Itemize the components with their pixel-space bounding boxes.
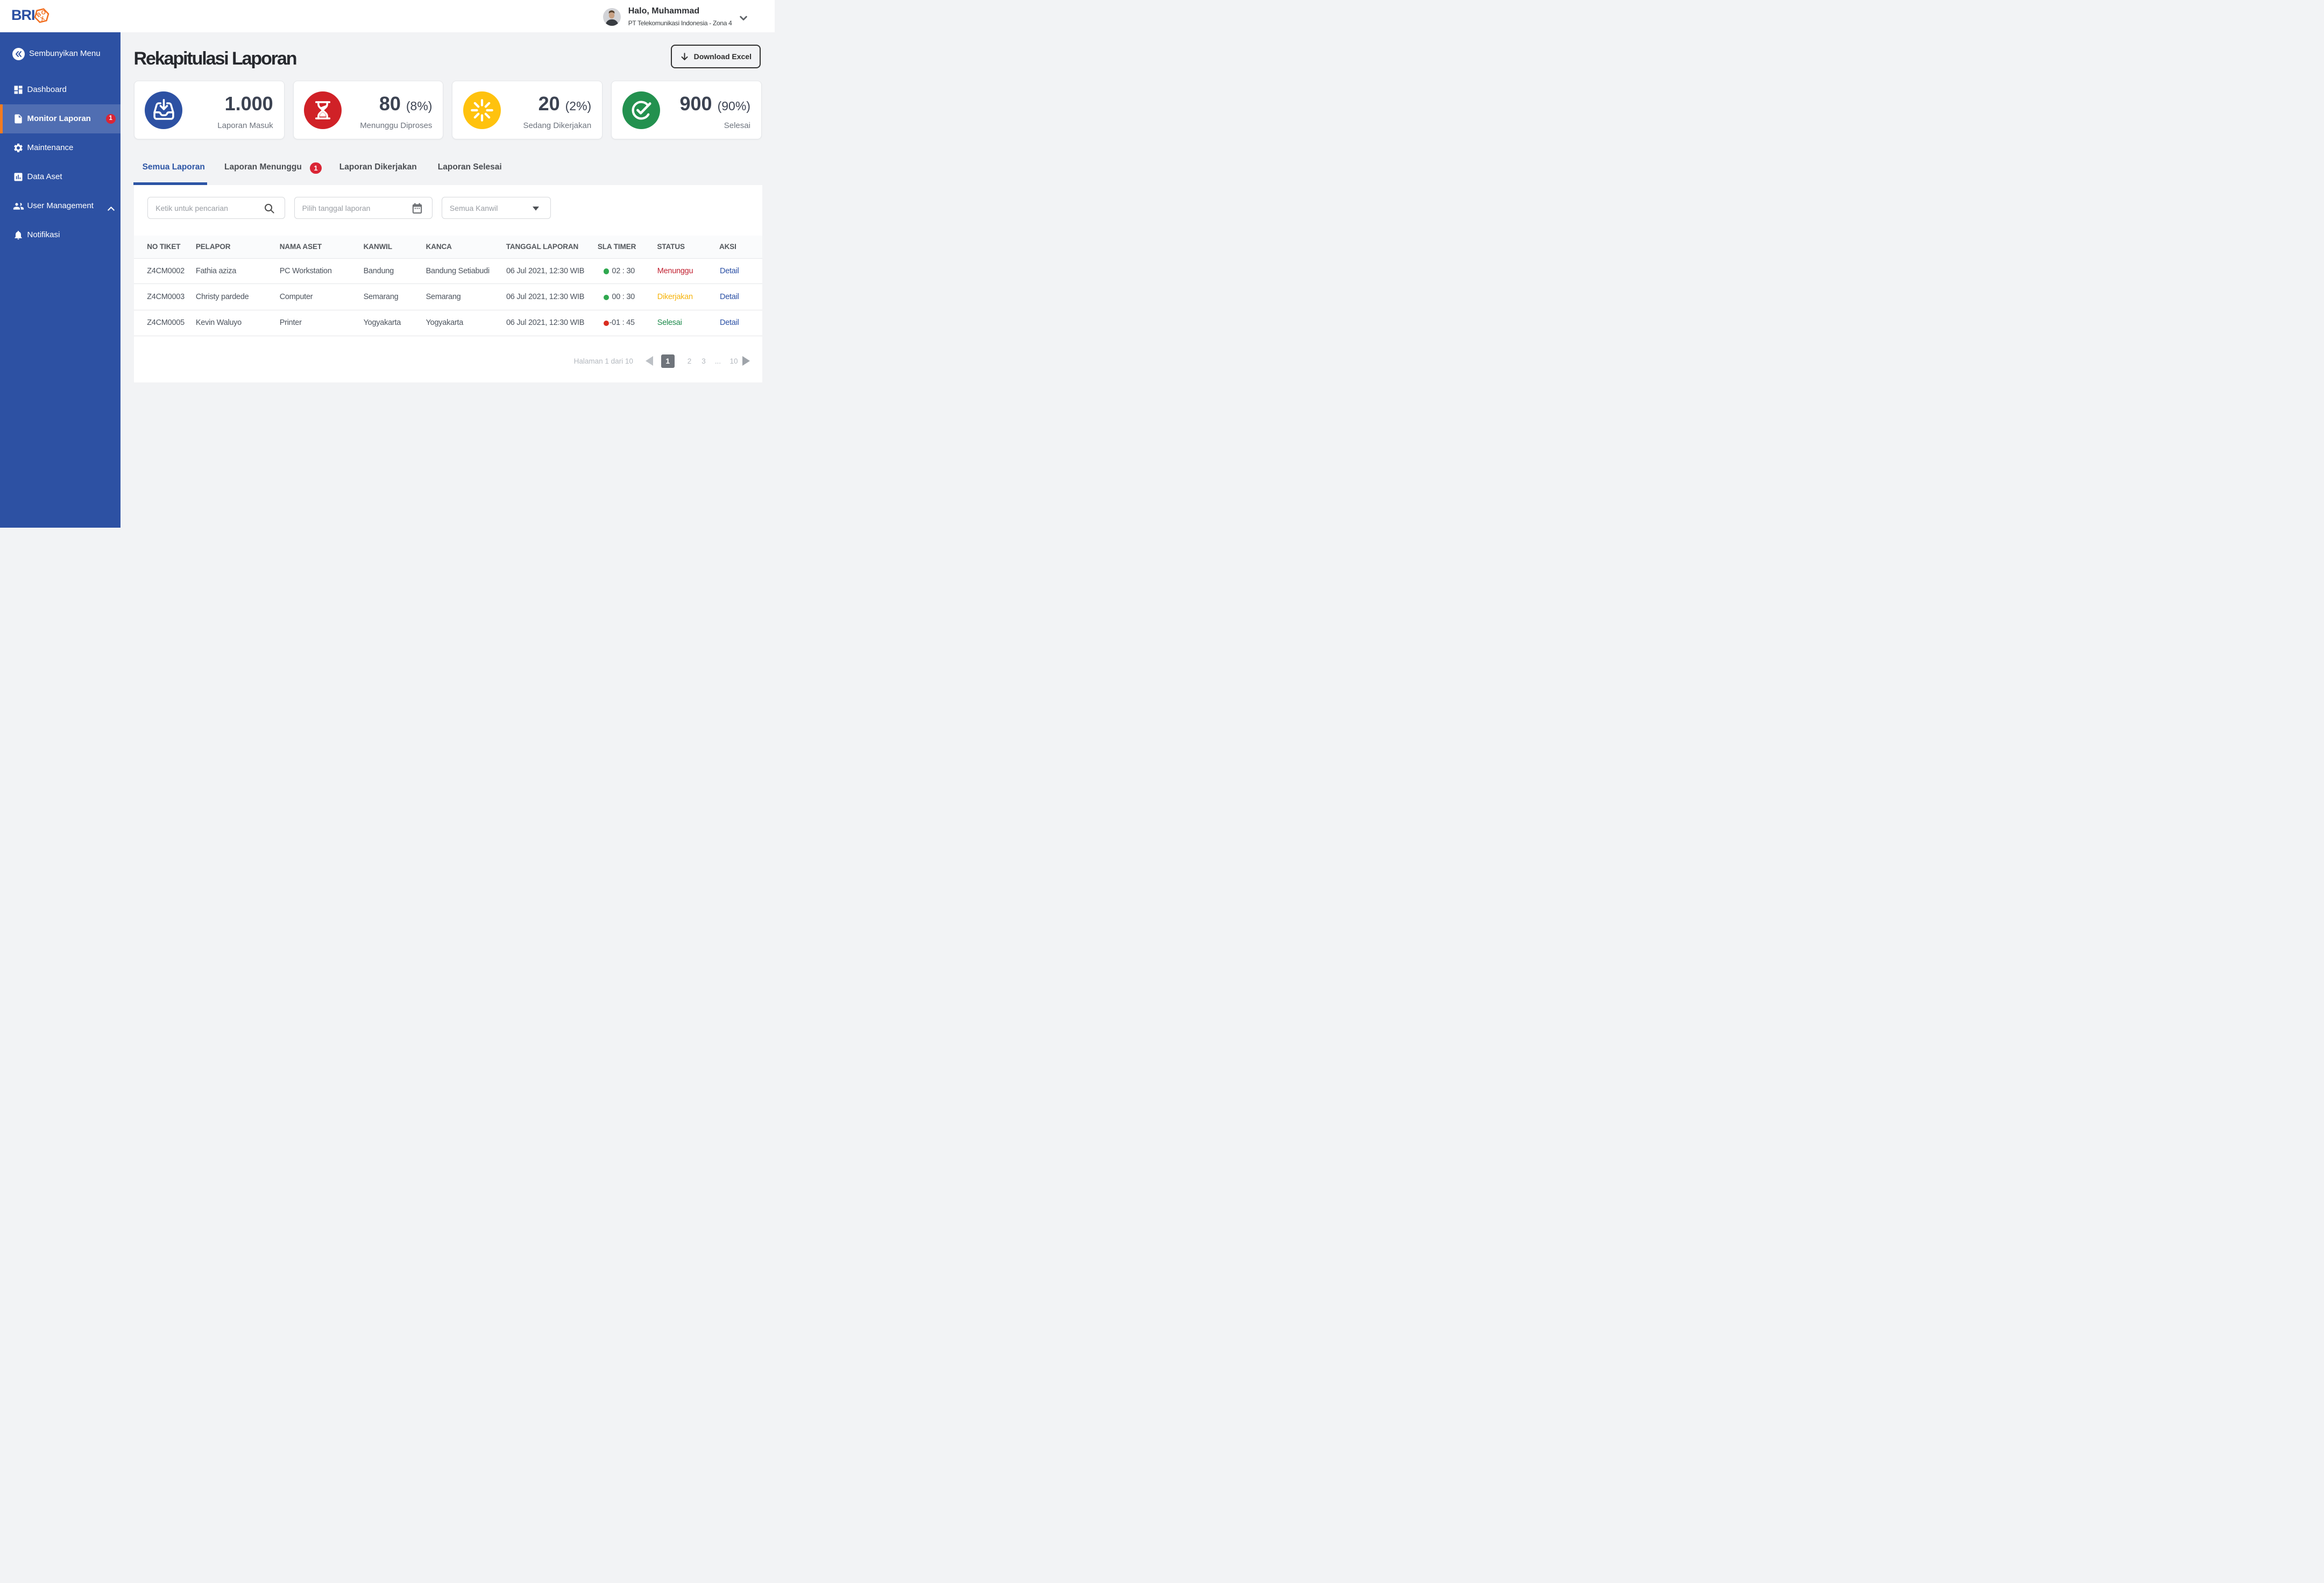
svg-text:O: O [41,9,46,16]
